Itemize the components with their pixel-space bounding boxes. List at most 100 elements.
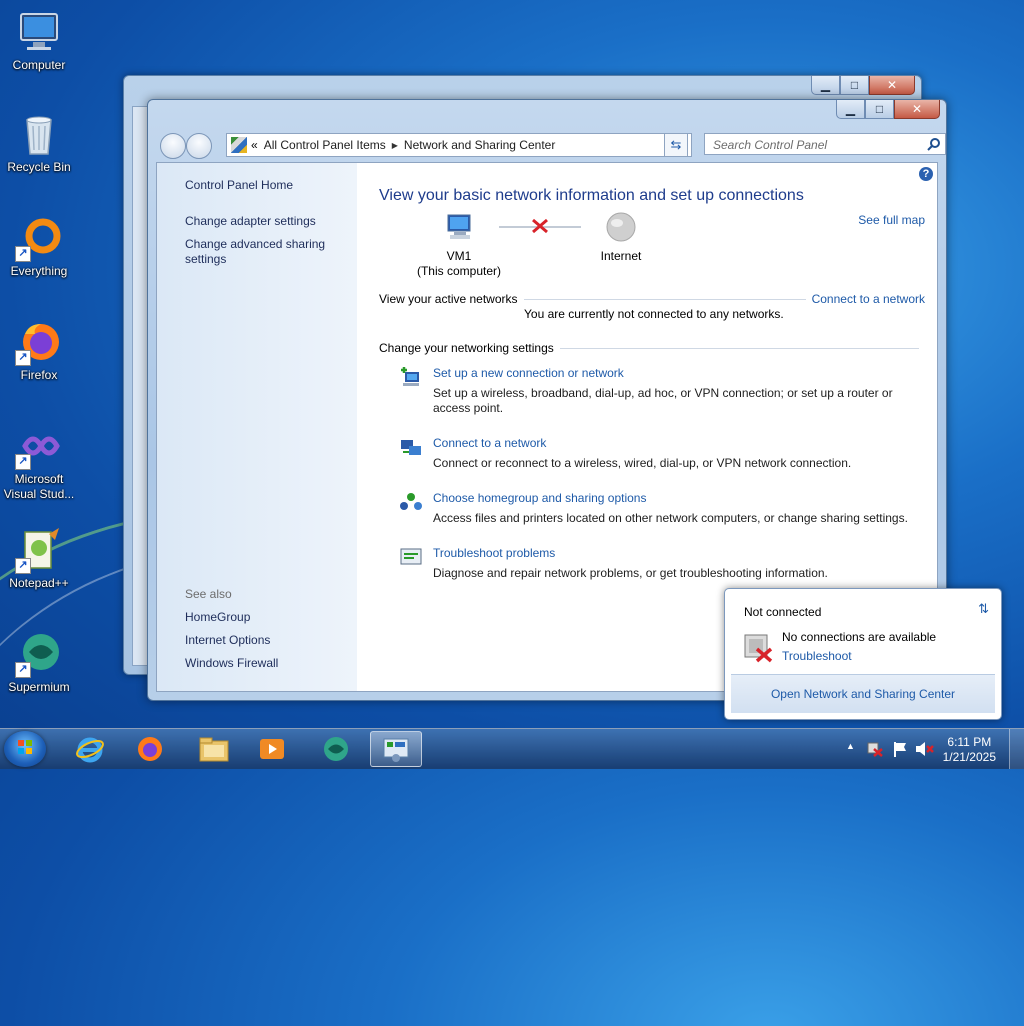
task-description: Set up a wireless, broadband, dial-up, a… [433, 386, 893, 415]
task-title[interactable]: Set up a new connection or network [433, 366, 624, 380]
computer-icon [15, 8, 63, 56]
clock-date: 1/21/2025 [942, 750, 996, 764]
media-player-icon [260, 739, 284, 759]
breadcrumb-overflow[interactable]: « [251, 138, 258, 152]
flyout-troubleshoot-link[interactable]: Troubleshoot [782, 649, 852, 663]
desktop-icon-visual-studio[interactable]: ↗ Microsoft Visual Stud... [1, 422, 77, 502]
taskbar-ie[interactable] [64, 731, 116, 767]
new-connection-icon [401, 367, 419, 386]
desktop-icon-label: Firefox [20, 368, 58, 382]
minimize-button[interactable]: ▁ [836, 100, 865, 119]
left-pane: Control Panel Home Change adapter settin… [157, 163, 357, 691]
windows-firewall-link[interactable]: Windows Firewall [185, 656, 278, 671]
control-panel-icon [383, 738, 409, 762]
start-button[interactable] [4, 731, 46, 767]
task-description: Connect or reconnect to a wireless, wire… [433, 456, 852, 470]
open-network-center-link[interactable]: Open Network and Sharing Center [771, 687, 955, 701]
address-bar[interactable]: « All Control Panel Items ▶ Network and … [226, 133, 692, 157]
computer-name: VM1 [446, 249, 472, 263]
clock-time: 6:11 PM [947, 735, 992, 749]
breadcrumb-all-items[interactable]: All Control Panel Items [258, 138, 392, 152]
change-settings-row: Change your networking settings [379, 341, 925, 355]
breadcrumb-network-center[interactable]: Network and Sharing Center [398, 138, 561, 152]
desktop-icon-supermium[interactable]: ↗ Supermium [1, 630, 77, 695]
supermium-icon [324, 737, 348, 761]
taskbar: ▲ 6:11 PM 1/21/2025 [0, 728, 1024, 769]
internet-options-link[interactable]: Internet Options [185, 633, 270, 648]
shortcut-arrow-icon: ↗ [15, 246, 31, 262]
control-panel-icon [231, 137, 247, 153]
desktop-icon-recycle-bin[interactable]: Recycle Bin [1, 110, 77, 175]
everything-icon: ↗ [15, 214, 63, 262]
task-description: Diagnose and repair network problems, or… [433, 566, 828, 580]
help-icon[interactable]: ? [919, 167, 933, 181]
desktop-icon-label: Computer [12, 58, 66, 72]
computer-sub-label: (This computer) [416, 264, 502, 278]
desktop-icon-label: Everything [10, 264, 68, 278]
supermium-icon: ↗ [15, 630, 63, 678]
folder-icon [199, 737, 229, 762]
shortcut-arrow-icon: ↗ [15, 662, 31, 678]
search-placeholder: Search Control Panel [713, 138, 828, 152]
disconnected-x-icon [532, 218, 548, 234]
back-minimize-button[interactable]: ▁ [811, 76, 840, 95]
change-settings-label: Change your networking settings [379, 341, 554, 355]
taskbar-supermium[interactable] [310, 731, 362, 767]
desktop-icon-notepadpp[interactable]: ↗ Notepad++ [1, 526, 77, 591]
action-center-flag-icon[interactable] [892, 740, 908, 758]
taskbar-control-panel[interactable] [370, 731, 422, 767]
visual-studio-icon: ↗ [15, 422, 63, 470]
maximize-button[interactable]: □ [865, 100, 894, 119]
desktop-icon-everything[interactable]: ↗ Everything [1, 214, 77, 279]
desktop-icon-label: Notepad++ [9, 576, 69, 590]
task-title[interactable]: Troubleshoot problems [433, 546, 555, 560]
active-networks-label: View your active networks [379, 292, 518, 306]
firefox-icon [138, 737, 162, 761]
back-button[interactable] [160, 133, 186, 159]
desktop-icon-label: Supermium [8, 680, 70, 694]
clock[interactable]: 6:11 PM 1/21/2025 [943, 735, 996, 765]
change-adapter-settings-link[interactable]: Change adapter settings [185, 214, 316, 229]
change-advanced-sharing-link[interactable]: Change advanced sharing settings [185, 237, 335, 267]
active-networks-row: View your active networks Connect to a n… [379, 292, 925, 306]
taskbar-media-player[interactable] [246, 731, 298, 767]
volume-muted-icon[interactable] [914, 740, 934, 758]
forward-button[interactable] [186, 133, 212, 159]
refresh-button[interactable]: ⇆ [664, 133, 688, 157]
desktop-icon-computer[interactable]: Computer [1, 8, 77, 73]
homegroup-link[interactable]: HomeGroup [185, 610, 250, 625]
taskbar-firefox[interactable] [124, 731, 176, 767]
no-connections-text: No connections are available [782, 630, 937, 644]
flyout-refresh-icon[interactable]: ⇅ [978, 601, 989, 617]
notepadpp-icon: ↗ [15, 526, 63, 574]
see-also-label: See also [185, 587, 232, 601]
network-map: VM1 (This computer) Internet [379, 211, 929, 281]
desktop-icon-label: Microsoft Visual Stud... [3, 472, 75, 501]
taskbar-explorer[interactable] [188, 731, 240, 767]
internet-globe-icon [606, 212, 636, 242]
search-icon[interactable] [927, 137, 941, 151]
task-title[interactable]: Choose homegroup and sharing options [433, 491, 646, 505]
no-connection-icon [744, 634, 773, 663]
task-title[interactable]: Connect to a network [433, 436, 546, 450]
close-button[interactable]: ✕ [894, 100, 940, 119]
control-panel-home-link[interactable]: Control Panel Home [185, 178, 293, 193]
connect-to-network-link[interactable]: Connect to a network [812, 292, 925, 306]
firefox-icon: ↗ [15, 318, 63, 366]
network-flyout: Not connected ⇅ No connections are avail… [724, 588, 1002, 720]
recycle-bin-icon [15, 110, 63, 158]
navigation-bar: « All Control Panel Items ▶ Network and … [156, 130, 946, 159]
search-input[interactable]: Search Control Panel [704, 133, 946, 155]
show-hidden-icons-button[interactable]: ▲ [846, 741, 855, 751]
show-desktop-button[interactable] [1009, 729, 1024, 769]
desktop-icon-firefox[interactable]: ↗ Firefox [1, 318, 77, 383]
network-tray-icon[interactable] [866, 741, 884, 757]
internet-explorer-icon [76, 737, 104, 763]
back-close-button[interactable]: ✕ [869, 76, 915, 95]
windows-logo-icon [18, 740, 32, 754]
computer-icon [447, 214, 471, 239]
desktop-icon-label: Recycle Bin [7, 160, 71, 174]
back-maximize-button[interactable]: □ [840, 76, 869, 95]
shortcut-arrow-icon: ↗ [15, 350, 31, 366]
task-description: Access files and printers located on oth… [433, 511, 908, 525]
